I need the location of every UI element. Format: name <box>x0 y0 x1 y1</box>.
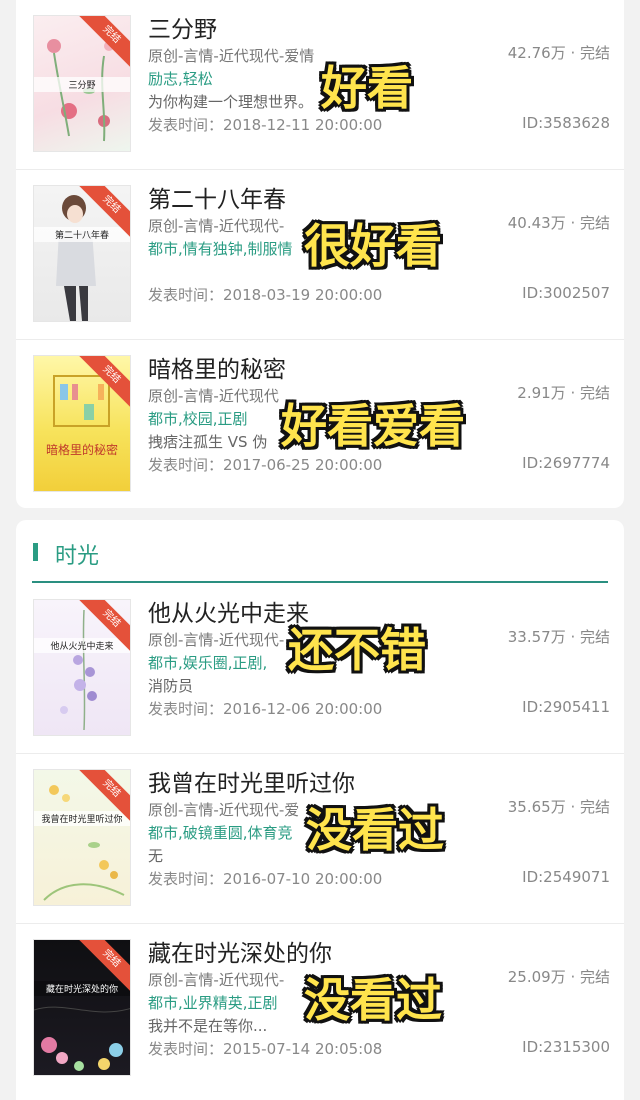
book-intro: 拽痞注孤生 VS 伪 <box>148 433 268 451</box>
book-item[interactable]: 藏在时光深处的你 完结 藏在时光深处的你 原创-言情-近代现代- 都市,业界精英… <box>16 924 624 1094</box>
book-item[interactable]: 第二十八年春 完结 第二十八年春 原创-言情-近代现代- 都市,情有独钟,制服情… <box>16 170 624 340</box>
book-category: 原创-言情-近代现代 <box>148 387 279 405</box>
cover-title: 暗格里的秘密 <box>45 442 118 457</box>
book-word-count-status: 42.76万 · 完结 <box>507 44 610 62</box>
book-category: 原创-言情-近代现代- <box>148 631 285 649</box>
book-category: 原创-言情-近代现代-爱情 <box>148 47 315 65</box>
book-intro: 无 <box>148 847 164 865</box>
book-list-card-bottom: 时光 他从火光中走来 完结 他从火光中走来 原创-言情-近代现代- 都市,娱乐圈… <box>16 520 624 1100</box>
cover-title: 我曾在时光里听过你 <box>34 810 130 826</box>
book-cover[interactable]: 他从火光中走来 完结 <box>33 599 131 736</box>
book-item[interactable]: 暗格里的秘密 完结 暗格里的秘密 原创-言情-近代现代 都市,校园,正剧 拽痞注… <box>16 340 624 510</box>
book-id: ID:3002507 <box>522 284 610 302</box>
book-id: ID:2697774 <box>522 454 610 472</box>
book-cover[interactable]: 我曾在时光里听过你 完结 <box>33 769 131 906</box>
book-intro: 我并不是在等你... <box>148 1017 268 1035</box>
book-cover[interactable]: 三分野 完结 <box>33 15 131 152</box>
overlay-comment: 很好看 <box>304 219 442 273</box>
cover-title: 藏在时光深处的你 <box>34 980 130 996</box>
book-publish-date: 发表时间：2018-03-19 20:00:00 <box>148 286 383 304</box>
book-publish-date: 发表时间：2016-12-06 20:00:00 <box>148 700 383 718</box>
book-title[interactable]: 他从火光中走来 <box>148 594 309 628</box>
overlay-comment: 好看 <box>321 61 413 115</box>
book-tags: 都市,破镜重圆,体育竞 <box>148 824 293 842</box>
book-word-count-status: 35.65万 · 完结 <box>507 798 610 816</box>
cover-title: 他从火光中走来 <box>34 637 130 653</box>
book-list-card-top: 三分野 完结 三分野 原创-言情-近代现代-爱情 励志,轻松 为你构建一个理想世… <box>16 0 624 508</box>
book-tags: 励志,轻松 <box>148 70 213 88</box>
book-intro: 为你构建一个理想世界。 <box>148 93 314 111</box>
book-item[interactable]: 我曾在时光里听过你 完结 我曾在时光里听过你 原创-言情-近代现代-爱 都市,破… <box>16 754 624 924</box>
section-accent-bar <box>33 543 38 561</box>
book-publish-date: 发表时间：2017-06-25 20:00:00 <box>148 456 383 474</box>
book-tags: 都市,业界精英,正剧 <box>148 994 278 1012</box>
cover-title: 三分野 <box>34 76 130 92</box>
book-word-count-status: 33.57万 · 完结 <box>507 628 610 646</box>
section-title[interactable]: 时光 <box>55 538 99 570</box>
book-word-count-status: 40.43万 · 完结 <box>507 214 610 232</box>
section-divider-line <box>32 581 608 583</box>
book-category: 原创-言情-近代现代- <box>148 971 285 989</box>
overlay-comment: 还不错 <box>288 623 426 677</box>
book-tags: 都市,校园,正剧 <box>148 410 248 428</box>
overlay-comment: 没看过 <box>306 803 444 857</box>
book-id: ID:2549071 <box>522 868 610 886</box>
book-title[interactable]: 第二十八年春 <box>148 180 286 214</box>
book-title[interactable]: 藏在时光深处的你 <box>148 934 332 968</box>
book-intro: 消防员 <box>148 677 194 695</box>
book-tags: 都市,娱乐圈,正剧, <box>148 654 268 672</box>
book-item[interactable]: 他从火光中走来 完结 他从火光中走来 原创-言情-近代现代- 都市,娱乐圈,正剧… <box>16 584 624 754</box>
book-publish-date: 发表时间：2016-07-10 20:00:00 <box>148 870 383 888</box>
book-cover[interactable]: 第二十八年春 完结 <box>33 185 131 322</box>
book-word-count-status: 25.09万 · 完结 <box>507 968 610 986</box>
book-category: 原创-言情-近代现代- <box>148 217 285 235</box>
book-title[interactable]: 三分野 <box>148 10 217 44</box>
book-word-count-status: 2.91万 · 完结 <box>517 384 610 402</box>
book-publish-date: 发表时间：2015-07-14 20:05:08 <box>148 1040 383 1058</box>
book-title[interactable]: 暗格里的秘密 <box>148 350 286 384</box>
book-category: 原创-言情-近代现代-爱 <box>148 801 300 819</box>
book-cover[interactable]: 暗格里的秘密 完结 <box>33 355 131 492</box>
book-item[interactable]: 三分野 完结 三分野 原创-言情-近代现代-爱情 励志,轻松 为你构建一个理想世… <box>16 0 624 170</box>
book-title[interactable]: 我曾在时光里听过你 <box>148 764 355 798</box>
section-header: 时光 <box>16 520 624 584</box>
book-id: ID:2905411 <box>522 698 610 716</box>
overlay-comment: 没看过 <box>304 973 442 1027</box>
cover-title: 第二十八年春 <box>34 226 130 242</box>
book-id: ID:3583628 <box>522 114 610 132</box>
book-tags: 都市,情有独钟,制服情 <box>148 240 293 258</box>
book-id: ID:2315300 <box>522 1038 610 1056</box>
overlay-comment: 好看爱看 <box>281 399 465 453</box>
book-cover[interactable]: 藏在时光深处的你 完结 <box>33 939 131 1076</box>
